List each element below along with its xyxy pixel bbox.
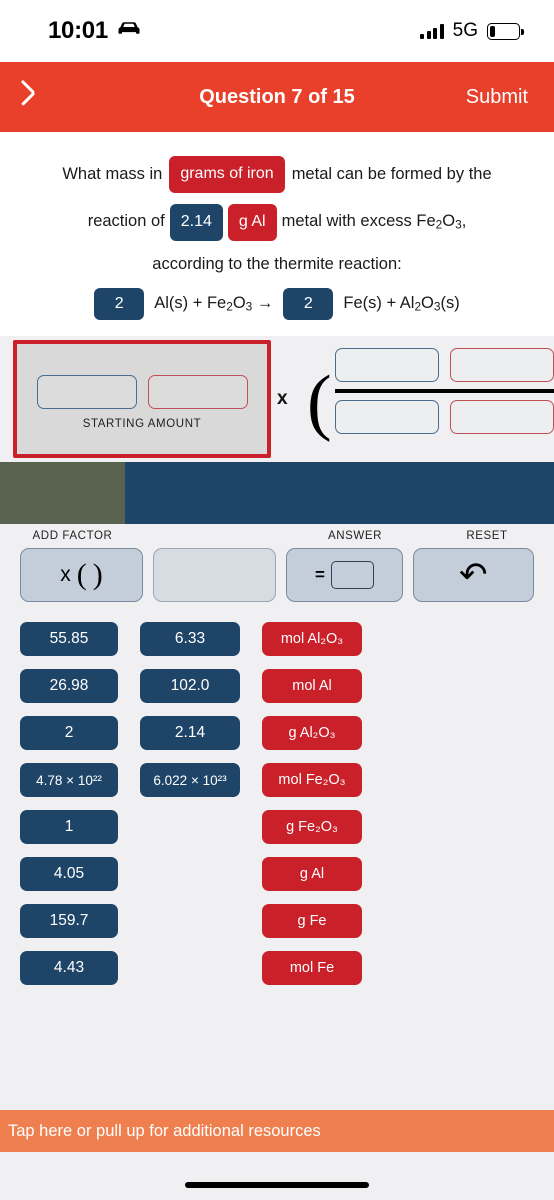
tile-column-values-1: 55.85 26.98 2 4.78 × 10²² 1 4.05 159.7 4…: [20, 622, 118, 986]
question-given-unit-chip[interactable]: g Al: [227, 203, 277, 241]
tile[interactable]: 4.05: [20, 857, 118, 892]
starting-amount-label: STARTING AMOUNT: [82, 417, 202, 430]
question-text-part-3: reaction of: [87, 212, 165, 231]
work-area: STARTING AMOUNT x (: [0, 336, 554, 463]
starting-amount-unit-slot[interactable]: [147, 374, 248, 409]
tile[interactable]: g Fe₂O₃: [262, 810, 362, 845]
question-text-part-4: metal with excess Fe2O3,: [281, 212, 467, 233]
tool-bar-labels: ADD FACTOR ANSWER RESET: [0, 530, 554, 542]
tile[interactable]: 102.0: [140, 669, 240, 704]
question-text-part-2: metal can be formed by the: [291, 164, 492, 183]
tile[interactable]: 2: [20, 716, 118, 751]
question-given-value-chip[interactable]: 2.14: [169, 203, 223, 241]
add-factor-label: ADD FACTOR: [32, 530, 113, 543]
status-bar: 10:01 5G: [0, 0, 554, 62]
question-panel: What mass in grams of iron metal can be …: [0, 132, 554, 337]
spacer-label: [145, 530, 290, 542]
clock: 10:01: [48, 17, 108, 44]
tile[interactable]: 2.14: [140, 716, 240, 751]
starting-amount-box[interactable]: STARTING AMOUNT: [13, 340, 271, 459]
tile[interactable]: mol Fe₂O₃: [262, 763, 362, 798]
question-line-1: What mass in grams of iron metal can be …: [14, 156, 540, 193]
battery-low-icon: [487, 22, 524, 40]
tool-bar-buttons: x ( ) = ↷: [0, 548, 554, 603]
question-line-2: reaction of 2.14 g Al metal with excess …: [14, 203, 540, 241]
tile[interactable]: 4.43: [20, 951, 118, 986]
equals-glyph: =: [314, 565, 325, 585]
tile-column-values-2: 6.33 102.0 2.14 6.022 × 10²³: [140, 622, 240, 985]
fraction-numerator: [335, 348, 554, 383]
tile-palette: 55.85 26.98 2 4.78 × 10²² 1 4.05 159.7 4…: [0, 614, 554, 996]
question-target-chip[interactable]: grams of iron: [169, 156, 285, 193]
answer-button[interactable]: =: [285, 548, 403, 603]
network-type-label: 5G: [452, 20, 478, 41]
app-root: 10:01 5G Question 7 of 15 Submit What ma…: [0, 0, 554, 1200]
paren-open-glyph: (: [76, 558, 87, 592]
tile[interactable]: mol Al: [262, 669, 362, 704]
reset-button[interactable]: ↷: [413, 548, 534, 603]
chevron-left-icon[interactable]: [26, 82, 56, 112]
tile[interactable]: mol Al₂O₃: [262, 622, 362, 657]
tile[interactable]: g Al: [262, 857, 362, 892]
balanced-equation: 2 Al(s) + Fe2O3 → 2 Fe(s) + Al2O3(s): [14, 288, 540, 321]
scroll-track[interactable]: [125, 462, 554, 525]
horizontal-scroll-indicator[interactable]: [0, 462, 554, 525]
answer-input-slot[interactable]: [330, 561, 374, 590]
tile[interactable]: 1: [20, 810, 118, 845]
tile[interactable]: 6.022 × 10²³: [140, 763, 240, 798]
fraction-denominator: [335, 399, 554, 434]
scroll-thumb[interactable]: [0, 462, 125, 525]
tile-column-units: mol Al₂O₃ mol Al g Al₂O₃ mol Fe₂O₃ g Fe₂…: [262, 622, 362, 986]
resources-banner[interactable]: Tap here or pull up for additional resou…: [0, 1110, 554, 1152]
open-paren-symbol: (: [307, 361, 332, 444]
equation-coefficient-left[interactable]: 2: [94, 288, 145, 321]
tool-bar: ADD FACTOR ANSWER RESET x ( ) = ↷: [0, 524, 554, 615]
tile[interactable]: g Fe: [262, 904, 362, 939]
denominator-value-slot[interactable]: [335, 399, 439, 434]
undo-arrow-icon: ↷: [459, 556, 488, 595]
tile[interactable]: 159.7: [20, 904, 118, 939]
multiply-glyph: x: [60, 563, 71, 587]
fraction-bar: [335, 389, 554, 393]
tile[interactable]: 6.33: [140, 622, 240, 657]
cellular-bars-icon: [420, 23, 444, 39]
multiply-symbol: x: [277, 388, 288, 410]
tile[interactable]: 26.98: [20, 669, 118, 704]
answer-label: ANSWER: [327, 530, 383, 543]
status-bar-left: 10:01: [48, 17, 141, 45]
conversion-factor-fraction: [335, 348, 554, 434]
equation-coefficient-right[interactable]: 2: [283, 288, 334, 321]
submit-button[interactable]: Submit: [466, 86, 528, 109]
tile[interactable]: 55.85: [20, 622, 118, 657]
question-line-3: according to the thermite reaction:: [14, 252, 540, 278]
question-text-part-5: according to the thermite reaction:: [152, 254, 402, 273]
car-icon: [117, 21, 141, 41]
empty-tool-slot[interactable]: [152, 548, 276, 603]
numerator-value-slot[interactable]: [335, 348, 439, 383]
paren-close-glyph: ): [92, 558, 103, 592]
status-bar-right: 5G: [420, 20, 524, 42]
equation-products: Fe(s) + Al2O3(s): [343, 294, 460, 314]
numerator-unit-slot[interactable]: [450, 348, 554, 383]
question-text-part-1: What mass in: [62, 164, 163, 183]
denominator-unit-slot[interactable]: [450, 399, 554, 434]
reset-label: RESET: [466, 530, 508, 543]
starting-amount-slots: [36, 374, 248, 409]
starting-amount-value-slot[interactable]: [36, 374, 137, 409]
equation-reactants: Al(s) + Fe2O3 →: [154, 294, 274, 314]
navigation-bar: Question 7 of 15 Submit: [0, 62, 554, 132]
home-indicator[interactable]: [185, 1182, 369, 1188]
add-factor-button[interactable]: x ( ): [20, 548, 143, 603]
tile[interactable]: g Al₂O₃: [262, 716, 362, 751]
resources-banner-label: Tap here or pull up for additional resou…: [8, 1121, 321, 1140]
tile[interactable]: 4.78 × 10²²: [20, 763, 118, 798]
tile[interactable]: mol Fe: [262, 951, 362, 986]
